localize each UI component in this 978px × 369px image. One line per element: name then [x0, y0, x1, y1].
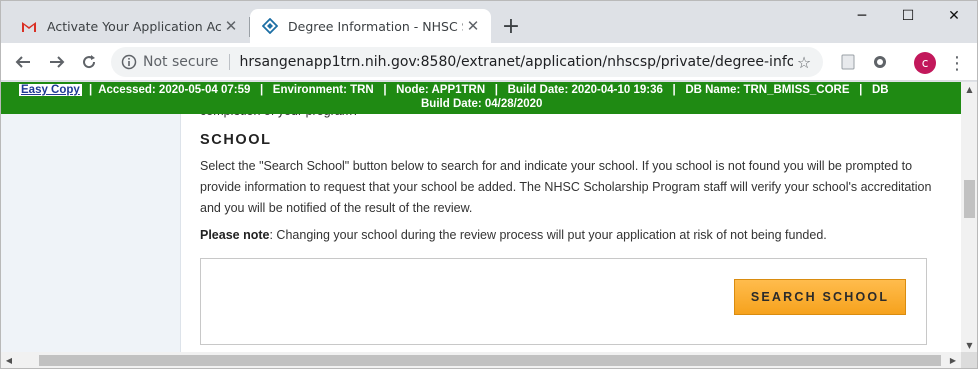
tab-strip: Activate Your Application Accou ✕ Degree…: [1, 1, 977, 43]
env-info-line: Easy Copy | Accessed: 2020-05-04 07:59 |…: [19, 84, 889, 96]
back-arrow-icon[interactable]: [9, 48, 37, 76]
db-build-date-info: Build Date: 04/28/2020: [421, 98, 543, 110]
separator: |: [89, 84, 93, 96]
environment-info: Environment: TRN: [272, 84, 374, 96]
page-viewport: completion of your program? * SCHOOL Sel…: [1, 82, 961, 352]
db-name-info: DB Name: TRN_BMISS_CORE: [685, 84, 850, 96]
horizontal-scrollbar[interactable]: ◀ ▶: [1, 352, 961, 368]
scroll-left-arrow-icon[interactable]: ◀: [1, 352, 17, 368]
separator: |: [494, 84, 498, 96]
vertical-scroll-thumb[interactable]: [964, 180, 975, 218]
reload-icon[interactable]: [75, 48, 103, 76]
db-info: DB: [871, 84, 889, 96]
note-body: : Changing your school during the review…: [269, 228, 827, 242]
security-label: Not secure: [143, 54, 219, 70]
info-icon[interactable]: [121, 54, 137, 70]
environment-info-bar: Easy Copy | Accessed: 2020-05-04 07:59 |…: [1, 82, 961, 114]
new-tab-button[interactable]: +: [499, 14, 523, 39]
browser-toolbar: Not secure hrsangenapp1trn.nih.gov:8580/…: [1, 43, 977, 81]
tab-degree-information[interactable]: Degree Information - NHSC Scho ✕: [250, 9, 491, 43]
scrollbar-corner: [961, 352, 977, 368]
close-tab-icon[interactable]: ✕: [221, 16, 241, 36]
note-label: Please note: [200, 228, 270, 242]
easy-copy-link[interactable]: Easy Copy: [19, 84, 82, 96]
school-panel: SEARCH SCHOOL: [200, 258, 927, 345]
note-text: Please note: Changing your school during…: [200, 228, 827, 242]
school-instructions: Select the "Search School" button below …: [200, 159, 932, 215]
address-bar[interactable]: Not secure hrsangenapp1trn.nih.gov:8580/…: [111, 47, 823, 77]
extension-page-icon[interactable]: [839, 53, 857, 71]
tab-title: Activate Your Application Accou: [47, 18, 221, 34]
separator: |: [259, 84, 264, 96]
scroll-down-arrow-icon[interactable]: ▼: [961, 338, 977, 352]
separator: |: [859, 84, 863, 96]
build-date-info: Build Date: 2020-04-10 19:36: [507, 84, 663, 96]
close-tab-icon[interactable]: ✕: [463, 16, 483, 36]
scroll-up-arrow-icon[interactable]: ▲: [961, 82, 977, 96]
nhsc-diamond-icon: [262, 18, 278, 34]
horizontal-scroll-thumb[interactable]: [39, 355, 941, 366]
separator: |: [383, 84, 387, 96]
section-title: SCHOOL: [200, 132, 272, 148]
forward-arrow-icon[interactable]: [43, 48, 71, 76]
vertical-scrollbar[interactable]: ▲ ▼: [961, 82, 977, 352]
maximize-button[interactable]: ☐: [885, 1, 931, 31]
minimize-button[interactable]: ─: [839, 1, 885, 31]
menu-dots-icon[interactable]: ⋮: [947, 51, 967, 75]
gmail-icon: [21, 18, 37, 34]
close-window-button[interactable]: ✕: [931, 1, 977, 31]
extension-circle-icon[interactable]: [871, 53, 889, 71]
profile-avatar[interactable]: c: [914, 52, 936, 74]
browser-window: Activate Your Application Accou ✕ Degree…: [0, 0, 978, 369]
bookmark-star-icon[interactable]: ☆: [793, 53, 815, 72]
accessed-info: Accessed: 2020-05-04 07:59: [98, 84, 251, 96]
tab-gmail[interactable]: Activate Your Application Accou ✕: [9, 9, 249, 43]
search-school-button[interactable]: SEARCH SCHOOL: [734, 279, 906, 315]
divider: [228, 54, 230, 70]
node-info: Node: APP1TRN: [396, 84, 486, 96]
main-content: completion of your program? * SCHOOL Sel…: [200, 82, 940, 352]
url-text[interactable]: hrsangenapp1trn.nih.gov:8580/extranet/ap…: [240, 54, 793, 70]
tab-title: Degree Information - NHSC Scho: [288, 18, 463, 34]
left-sidebar: [1, 82, 181, 352]
scroll-right-arrow-icon[interactable]: ▶: [945, 352, 961, 368]
separator: |: [672, 84, 676, 96]
